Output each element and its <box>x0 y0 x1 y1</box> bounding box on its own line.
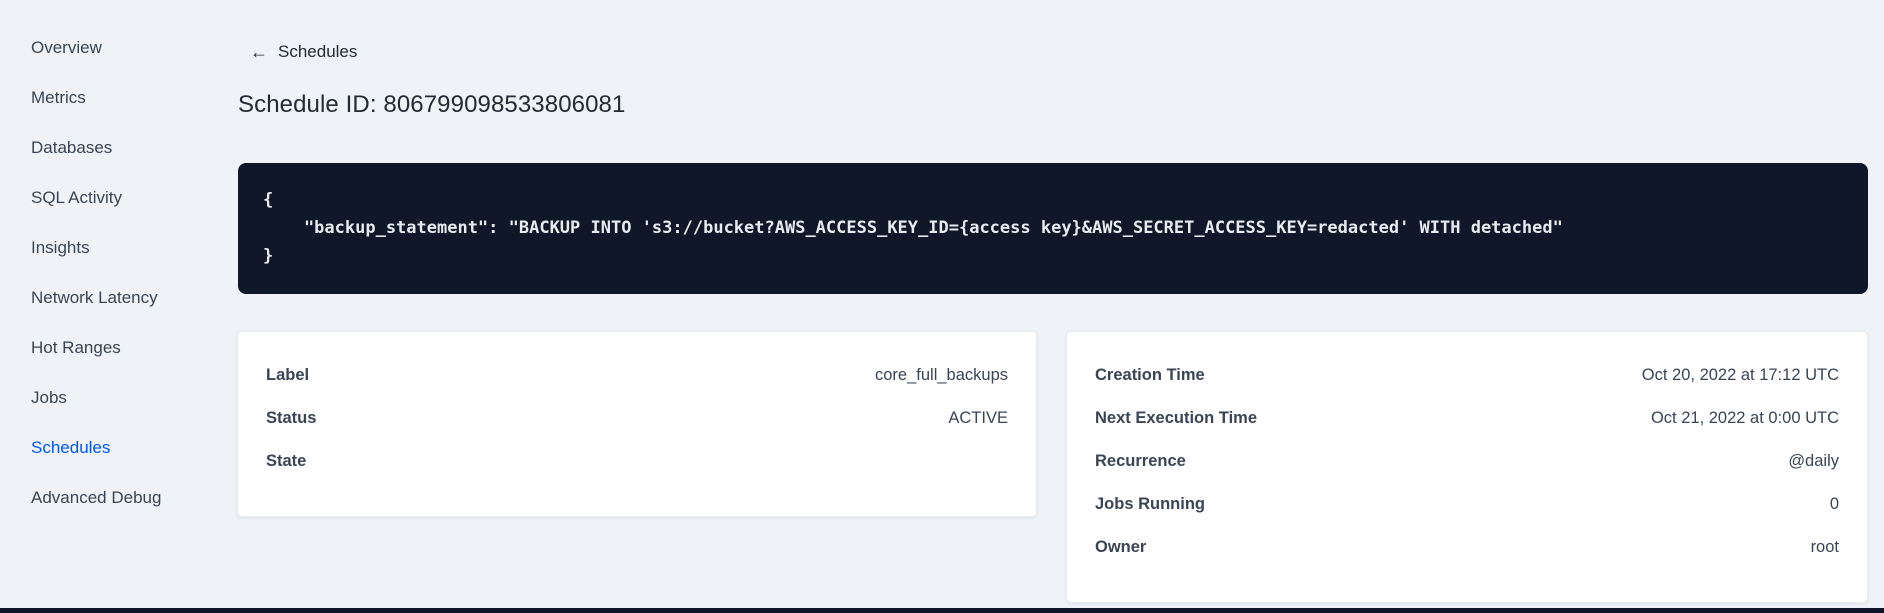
meta-row-status: Status ACTIVE <box>266 397 1008 440</box>
timing-row-owner: Owner root <box>1095 526 1839 569</box>
row-label: Jobs Running <box>1095 495 1205 513</box>
timing-row-creation-time: Creation Time Oct 20, 2022 at 17:12 UTC <box>1095 354 1839 397</box>
sidebar-nav: Overview Metrics Databases SQL Activity … <box>31 23 201 523</box>
page-title: Schedule ID: 806799098533806081 <box>238 91 626 118</box>
code-line: "backup_statement": "BACKUP INTO 's3://b… <box>263 218 1563 238</box>
bottom-edge-strip <box>0 608 1884 613</box>
timing-row-recurrence: Recurrence @daily <box>1095 440 1839 483</box>
back-arrow-icon: ← <box>250 42 268 62</box>
row-value: Oct 21, 2022 at 0:00 UTC <box>1650 409 1839 427</box>
meta-row-label: Label core_full_backups <box>266 354 1008 397</box>
sidebar-item-overview[interactable]: Overview <box>31 23 201 73</box>
timing-row-jobs-running: Jobs Running 0 <box>1095 483 1839 526</box>
code-line: } <box>263 246 274 266</box>
code-line: { <box>263 190 274 210</box>
back-link[interactable]: ← Schedules <box>250 42 357 62</box>
row-label: Recurrence <box>1095 452 1186 470</box>
schedule-timing-card: Creation Time Oct 20, 2022 at 17:12 UTC … <box>1066 331 1868 603</box>
meta-row-state: State <box>266 440 1008 483</box>
sidebar-item-network-latency[interactable]: Network Latency <box>31 273 201 323</box>
sidebar-item-sql-activity[interactable]: SQL Activity <box>31 173 201 223</box>
row-label: Status <box>266 409 317 427</box>
row-label: State <box>266 452 307 470</box>
sidebar-item-insights[interactable]: Insights <box>31 223 201 273</box>
sidebar-item-hot-ranges[interactable]: Hot Ranges <box>31 323 201 373</box>
timing-row-next-execution-time: Next Execution Time Oct 21, 2022 at 0:00… <box>1095 397 1839 440</box>
sidebar-item-jobs[interactable]: Jobs <box>31 373 201 423</box>
row-label: Next Execution Time <box>1095 409 1257 427</box>
row-label: Owner <box>1095 538 1147 556</box>
sidebar-item-databases[interactable]: Databases <box>31 123 201 173</box>
row-value: root <box>1810 538 1839 556</box>
schedule-statement-code-block: { "backup_statement": "BACKUP INTO 's3:/… <box>238 163 1868 294</box>
row-value: @daily <box>1788 452 1839 470</box>
row-label: Label <box>266 366 310 384</box>
sidebar-item-advanced-debug[interactable]: Advanced Debug <box>31 473 201 523</box>
sidebar-item-schedules[interactable]: Schedules <box>31 423 201 473</box>
schedule-meta-card: Label core_full_backups Status ACTIVE St… <box>237 331 1037 517</box>
sidebar-item-metrics[interactable]: Metrics <box>31 73 201 123</box>
back-link-label: Schedules <box>278 42 358 61</box>
row-label: Creation Time <box>1095 366 1205 384</box>
status-badge: ACTIVE <box>948 409 1008 427</box>
row-value: Oct 20, 2022 at 17:12 UTC <box>1641 366 1839 384</box>
row-value: 0 <box>1829 495 1839 513</box>
row-value: core_full_backups <box>875 366 1008 384</box>
